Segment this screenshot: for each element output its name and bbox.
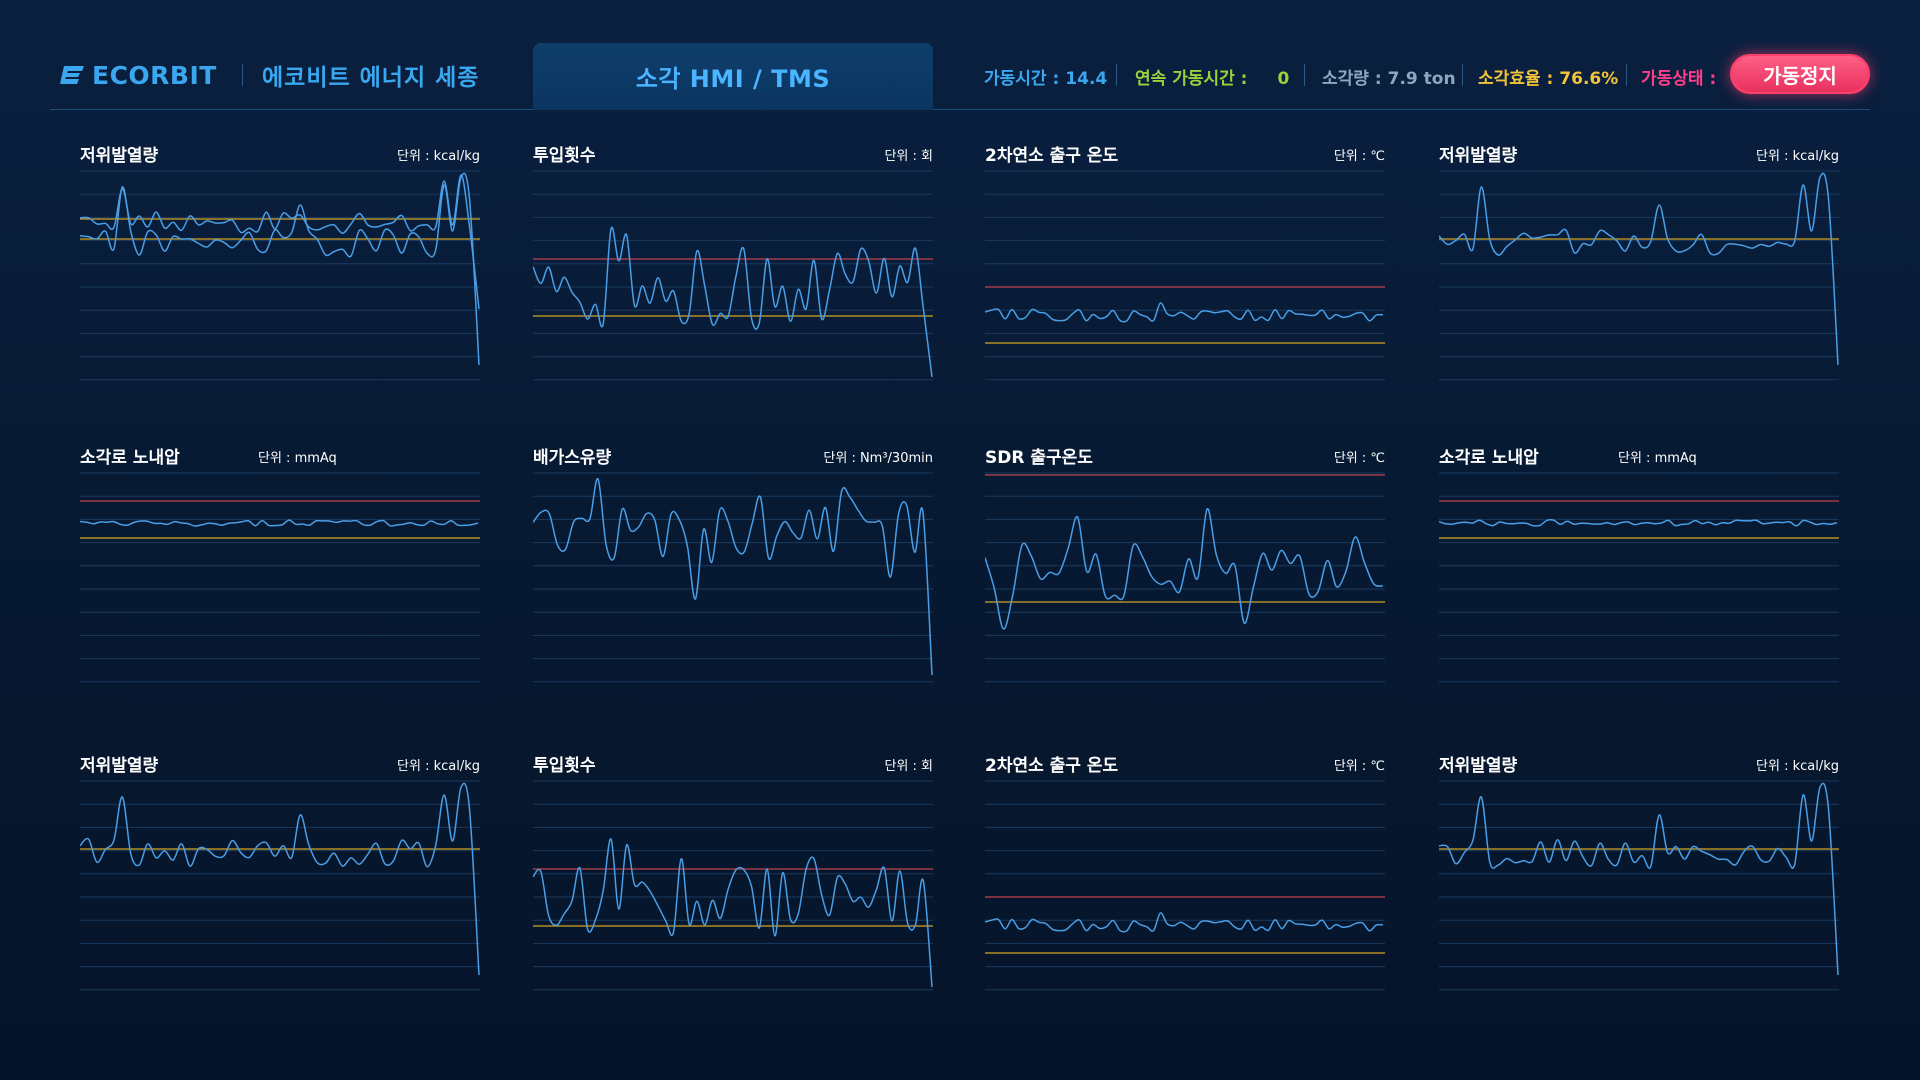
- trend-chart: [80, 472, 480, 683]
- trend-chart: [80, 780, 480, 991]
- chart-title: 소각로 노내압: [80, 448, 180, 468]
- chart-panel: 배가스유량 단위 : Nm³/30min: [533, 443, 933, 683]
- chart-panel: SDR 출구온도 단위 : ℃: [985, 443, 1385, 683]
- stat-label: 소각량 :: [1322, 69, 1382, 89]
- header-divider: [1304, 64, 1305, 86]
- stat-value: 7.9 ton: [1387, 69, 1456, 89]
- stat-operating-status: 가동상태 :: [1641, 64, 1716, 89]
- header-divider: [242, 64, 243, 86]
- trend-line: [80, 174, 480, 310]
- stat-operating-time: 가동시간 :14.4: [984, 64, 1107, 89]
- chart-panel: 투입횟수 단위 : 회: [533, 751, 933, 991]
- stat-value: 14.4: [1065, 69, 1108, 89]
- chart-unit: 단위 : kcal/kg: [397, 759, 480, 774]
- chart-title: 저위발열량: [80, 146, 159, 166]
- chart-unit: 단위 : 회: [884, 149, 933, 164]
- chart-unit: 단위 : 회: [884, 759, 933, 774]
- company-logo: ECORBIT: [58, 58, 217, 92]
- stat-continuous-time: 연속 가동시간 : 0: [1135, 64, 1289, 89]
- trend-line: [1439, 518, 1838, 527]
- trend-line: [80, 519, 479, 527]
- chart-title: SDR 출구온도: [985, 448, 1093, 468]
- chart-unit: 단위 : Nm³/30min: [823, 451, 933, 466]
- trend-line: [80, 172, 480, 366]
- ecorbit-logo-icon: [60, 66, 84, 84]
- stat-label: 소각효율 :: [1478, 69, 1554, 89]
- chart-unit: 단위 : mmAq: [258, 451, 337, 466]
- header-divider: [1116, 64, 1117, 86]
- chart-unit: 단위 : kcal/kg: [397, 149, 480, 164]
- stat-incineration-efficiency: 소각효율 :76.6%: [1478, 64, 1618, 89]
- trend-chart: [1439, 472, 1839, 683]
- stat-label: 가동시간 :: [984, 69, 1060, 89]
- trend-chart: [1439, 780, 1839, 991]
- chart-unit: 단위 : ℃: [1333, 451, 1385, 466]
- chart-title: 2차연소 출구 온도: [985, 146, 1119, 166]
- chart-unit: 단위 : kcal/kg: [1756, 759, 1839, 774]
- header-divider: [1626, 64, 1627, 86]
- chart-panel: 2차연소 출구 온도 단위 : ℃: [985, 141, 1385, 381]
- tab-incineration-hmi[interactable]: 소각 HMI / TMS: [533, 43, 933, 110]
- trend-chart: [985, 780, 1385, 991]
- trend-line: [1439, 172, 1839, 366]
- header-divider: [1462, 64, 1463, 86]
- trend-line: [80, 782, 480, 976]
- operation-stop-button[interactable]: 가동정지: [1730, 54, 1870, 94]
- chart-title: 소각로 노내압: [1439, 448, 1539, 468]
- chart-panel: 2차연소 출구 온도 단위 : ℃: [985, 751, 1385, 991]
- chart-panel: 투입횟수 단위 : 회: [533, 141, 933, 381]
- chart-panel: 소각로 노내압 단위 : mmAq: [80, 443, 480, 683]
- trend-chart: [80, 170, 480, 381]
- chart-unit: 단위 : mmAq: [1618, 451, 1697, 466]
- stat-value: 76.6%: [1559, 69, 1619, 89]
- chart-unit: 단위 : ℃: [1333, 759, 1385, 774]
- company-name: 에코비트 에너지 세종: [262, 65, 480, 91]
- chart-title: 2차연소 출구 온도: [985, 756, 1119, 776]
- trend-chart: [533, 472, 933, 683]
- trend-chart: [985, 170, 1385, 381]
- chart-title: 투입횟수: [533, 146, 596, 166]
- trend-chart: [533, 780, 933, 991]
- chart-unit: 단위 : ℃: [1333, 149, 1385, 164]
- trend-line: [533, 478, 933, 676]
- trend-line: [985, 302, 1384, 323]
- trend-chart: [985, 472, 1385, 683]
- trend-line: [533, 838, 933, 988]
- chart-panel: 저위발열량 단위 : kcal/kg: [80, 751, 480, 991]
- trend-chart: [1439, 170, 1839, 381]
- stat-incineration-amount: 소각량 :7.9 ton: [1322, 64, 1456, 89]
- chart-unit: 단위 : kcal/kg: [1756, 149, 1839, 164]
- chart-title: 저위발열량: [1439, 146, 1518, 166]
- chart-panel: 소각로 노내압 단위 : mmAq: [1439, 443, 1839, 683]
- stat-label: 연속 가동시간 :: [1135, 69, 1248, 89]
- trend-line: [985, 912, 1384, 933]
- chart-title: 배가스유량: [533, 448, 612, 468]
- trend-line: [1439, 782, 1839, 976]
- logo-text: ECORBIT: [92, 60, 217, 90]
- chart-panel: 저위발열량 단위 : kcal/kg: [80, 141, 480, 381]
- stat-value: 0: [1277, 69, 1290, 89]
- chart-panel: 저위발열량 단위 : kcal/kg: [1439, 751, 1839, 991]
- chart-panel: 저위발열량 단위 : kcal/kg: [1439, 141, 1839, 381]
- chart-title: 저위발열량: [80, 756, 159, 776]
- trend-line: [985, 508, 1384, 630]
- trend-chart: [533, 170, 933, 381]
- stat-label: 가동상태 :: [1641, 69, 1717, 89]
- top-header: ECORBIT 에코비트 에너지 세종 소각 HMI / TMS 가동시간 :1…: [50, 40, 1870, 110]
- chart-title: 투입횟수: [533, 756, 596, 776]
- chart-title: 저위발열량: [1439, 756, 1518, 776]
- trend-line: [533, 226, 933, 378]
